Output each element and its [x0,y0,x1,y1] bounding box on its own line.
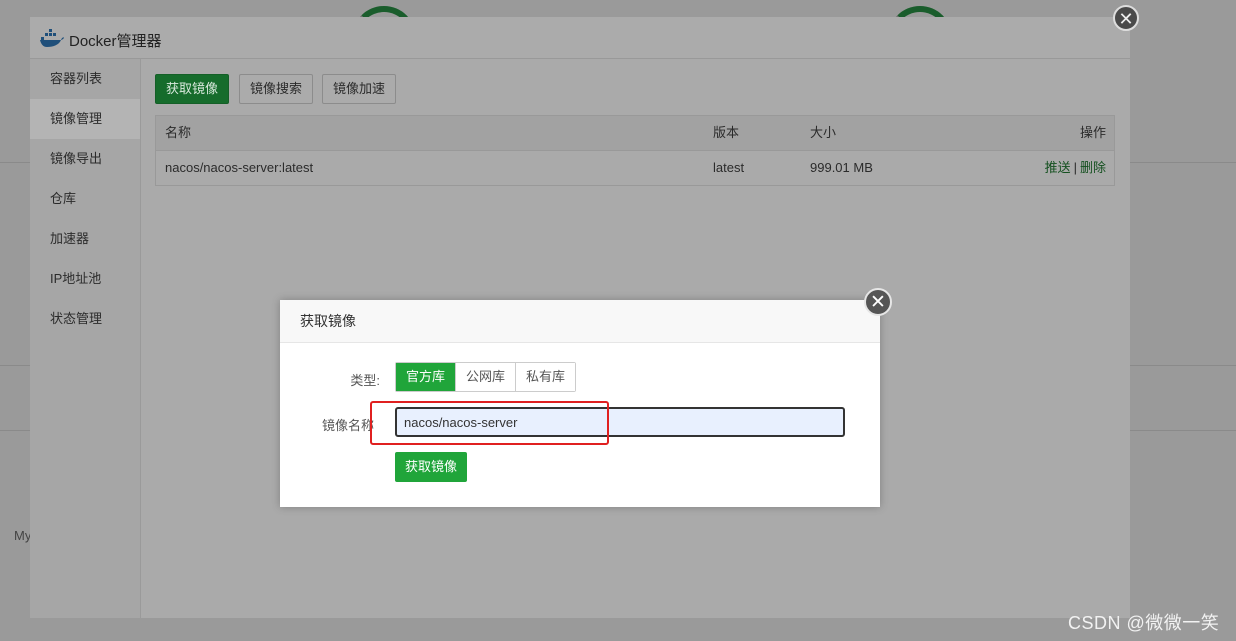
table-header: 名称 版本 大小 操作 [156,116,1114,151]
type-selector: 官方库 公网库 私有库 [395,362,577,392]
type-option-private[interactable]: 私有库 [515,363,576,391]
type-option-public[interactable]: 公网库 [455,363,516,391]
docker-whale-icon [40,29,64,47]
accelerate-image-button[interactable]: 镜像加速 [322,74,397,104]
sidebar-item-image-export[interactable]: 镜像导出 [30,139,140,179]
sidebar-item-ip-pool[interactable]: IP地址池 [30,259,140,299]
sidebar-item-repository[interactable]: 仓库 [30,179,140,219]
action-separator: | [1073,160,1077,175]
row-actions: 推送 | 删除 [1045,151,1106,185]
column-header-actions: 操作 [1079,125,1106,140]
background-partial-text: My [14,528,32,543]
sidebar: 容器列表 镜像管理 镜像导出 仓库 加速器 IP地址池 状态管理 [30,59,141,618]
image-name-cell: nacos/nacos-server:latest [165,160,314,175]
window-close-button[interactable]: ✕ [1113,5,1139,31]
search-image-button[interactable]: 镜像搜索 [239,74,314,104]
column-header-name: 名称 [165,125,192,140]
push-link[interactable]: 推送 [1045,160,1071,175]
window-header: Docker管理器 [30,17,1130,59]
image-version-cell: latest [713,160,745,175]
image-table: 名称 版本 大小 操作 nacos/nacos-server:latest la… [155,115,1115,186]
delete-link[interactable]: 删除 [1080,160,1106,175]
modal-get-image-button[interactable]: 获取镜像 [395,452,468,482]
type-label: 类型: [350,373,380,388]
modal-title: 获取镜像 [280,300,880,343]
type-option-official[interactable]: 官方库 [396,363,456,391]
modal-close-button[interactable]: ✕ [864,288,892,316]
get-image-button[interactable]: 获取镜像 [155,74,230,104]
sidebar-item-accelerator[interactable]: 加速器 [30,219,140,259]
column-header-version: 版本 [713,125,740,140]
table-row: nacos/nacos-server:latest latest 999.01 … [156,151,1114,185]
watermark: CSDN @微微一笑 [1068,613,1220,633]
image-name-label: 镜像名称 [321,418,374,433]
window-title: Docker管理器 [69,33,162,50]
column-header-size: 大小 [810,125,837,140]
image-name-input[interactable] [395,407,845,437]
sidebar-item-image-management[interactable]: 镜像管理 [30,99,140,139]
sidebar-item-container-list[interactable]: 容器列表 [30,59,140,99]
sidebar-item-status-management[interactable]: 状态管理 [30,299,140,339]
image-size-cell: 999.01 MB [810,160,873,175]
get-image-modal: 获取镜像 ✕ 类型: 官方库 公网库 私有库 镜像名称 获取镜像 [280,288,892,507]
